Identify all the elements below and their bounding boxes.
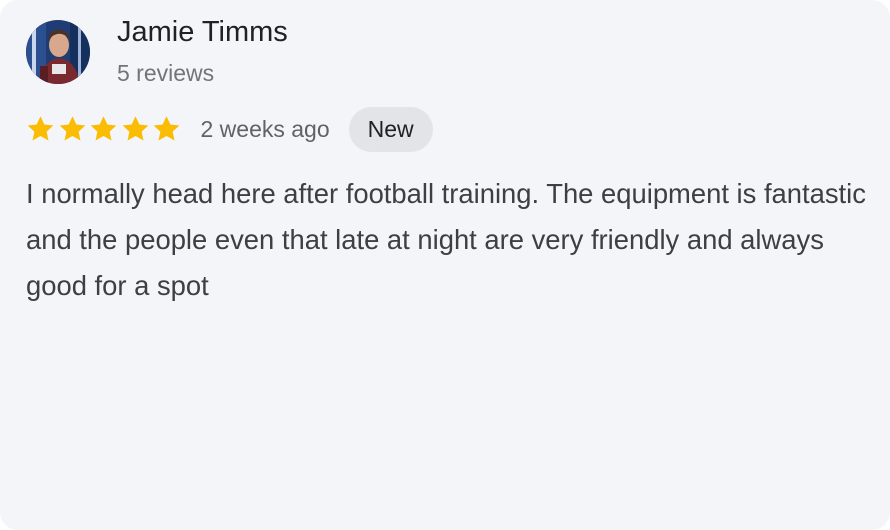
star-icon (90, 116, 117, 141)
author-name[interactable]: Jamie Timms (117, 14, 288, 50)
author-review-count[interactable]: 5 reviews (117, 58, 214, 88)
star-icon (122, 116, 148, 141)
author-avatar[interactable] (26, 20, 90, 84)
review-date: 2 weeks ago (200, 115, 330, 142)
user-photo-avatar-icon (26, 20, 90, 84)
new-badge: New (348, 106, 433, 152)
rating-row: 2 weeks ago New (25, 106, 433, 152)
review-card: Jamie Timms 5 reviews 2 weeks ago New I … (0, 0, 890, 530)
star-icon (59, 116, 85, 141)
star-icon (153, 116, 180, 141)
star-rating (25, 114, 183, 144)
star-icon (27, 116, 54, 141)
review-text: I normally head here after football trai… (26, 178, 866, 301)
